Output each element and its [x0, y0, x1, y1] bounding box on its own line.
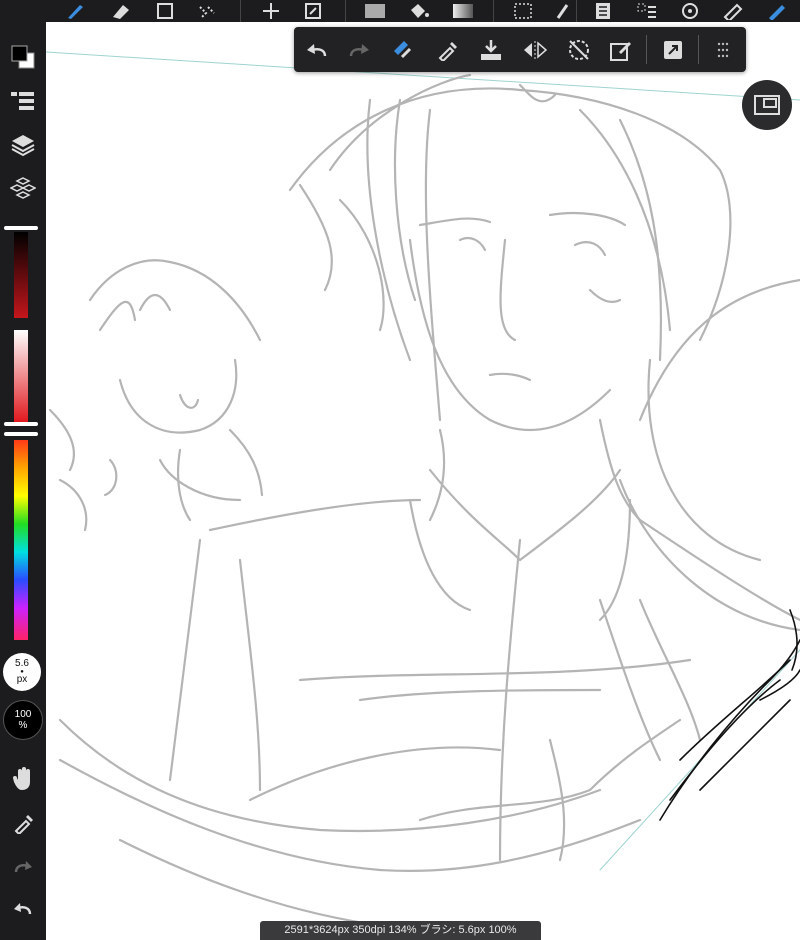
eraser-icon[interactable] [103, 0, 137, 22]
eyedropper-icon[interactable] [430, 33, 464, 67]
clear-icon[interactable] [386, 33, 420, 67]
color-swatch-icon[interactable] [358, 0, 392, 22]
slider-thumb[interactable] [4, 432, 38, 436]
gradient-icon[interactable] [446, 0, 480, 22]
rotate-icon[interactable] [673, 0, 707, 22]
flip-horizontal-icon[interactable] [518, 33, 552, 67]
brush-size-unit: px [16, 674, 28, 685]
redo-icon[interactable] [6, 850, 40, 884]
external-icon[interactable] [656, 33, 690, 67]
move-icon[interactable] [254, 0, 288, 22]
brush-size-indicator[interactable]: 5.6 ● px [3, 653, 41, 691]
color-slider-light-red[interactable] [14, 330, 28, 422]
slider-thumb[interactable] [4, 226, 38, 230]
pen-tool-icon[interactable] [760, 0, 794, 22]
magic-wand-icon[interactable] [190, 0, 224, 22]
brush-size-value: 5.6 [15, 658, 29, 669]
sketch-artwork [46, 51, 800, 932]
navigator-button[interactable] [742, 80, 792, 130]
undo-icon[interactable] [6, 892, 40, 926]
color-icon[interactable] [6, 40, 40, 74]
color-slider-dark-red[interactable] [14, 232, 28, 318]
pen-icon[interactable] [546, 0, 580, 22]
slider-thumb[interactable] [4, 422, 38, 426]
eyedropper-icon[interactable] [6, 806, 40, 840]
opacity-value: 100 [14, 709, 32, 720]
rotate-off-icon[interactable] [562, 33, 596, 67]
layer-menu-icon[interactable] [586, 0, 620, 22]
layer-list-icon[interactable] [6, 84, 40, 118]
opacity-indicator[interactable]: 100 % [3, 700, 43, 740]
ruler-icon[interactable] [716, 0, 750, 22]
grid-icon[interactable] [706, 33, 740, 67]
layers-icon[interactable] [6, 128, 40, 162]
opacity-unit: % [18, 720, 28, 731]
fill-rect-icon[interactable] [148, 0, 182, 22]
canvas-status-bar: 2591*3624px 350dpi 134% ブラシ: 5.6px 100% [260, 921, 541, 940]
top-toolbar [0, 0, 800, 22]
selection-icon[interactable] [506, 0, 540, 22]
hue-slider[interactable] [14, 440, 28, 640]
quick-access-toolbar [294, 27, 746, 72]
left-sidebar: 5.6 ● px 100 % [0, 0, 46, 940]
undo-icon[interactable] [300, 33, 334, 67]
edit-icon[interactable] [604, 33, 638, 67]
drawing-canvas[interactable] [46, 22, 800, 940]
materials-icon[interactable] [6, 172, 40, 206]
brush-icon[interactable] [58, 0, 92, 22]
float-toolbar-separator [646, 35, 647, 64]
navigator-icon [754, 95, 780, 115]
transform-icon[interactable] [296, 0, 330, 22]
hand-icon[interactable] [6, 762, 40, 796]
bucket-icon[interactable] [402, 0, 436, 22]
float-toolbar-separator [698, 35, 699, 64]
selection-list-icon[interactable] [630, 0, 664, 22]
import-icon[interactable] [474, 33, 508, 67]
redo-icon[interactable] [342, 33, 376, 67]
